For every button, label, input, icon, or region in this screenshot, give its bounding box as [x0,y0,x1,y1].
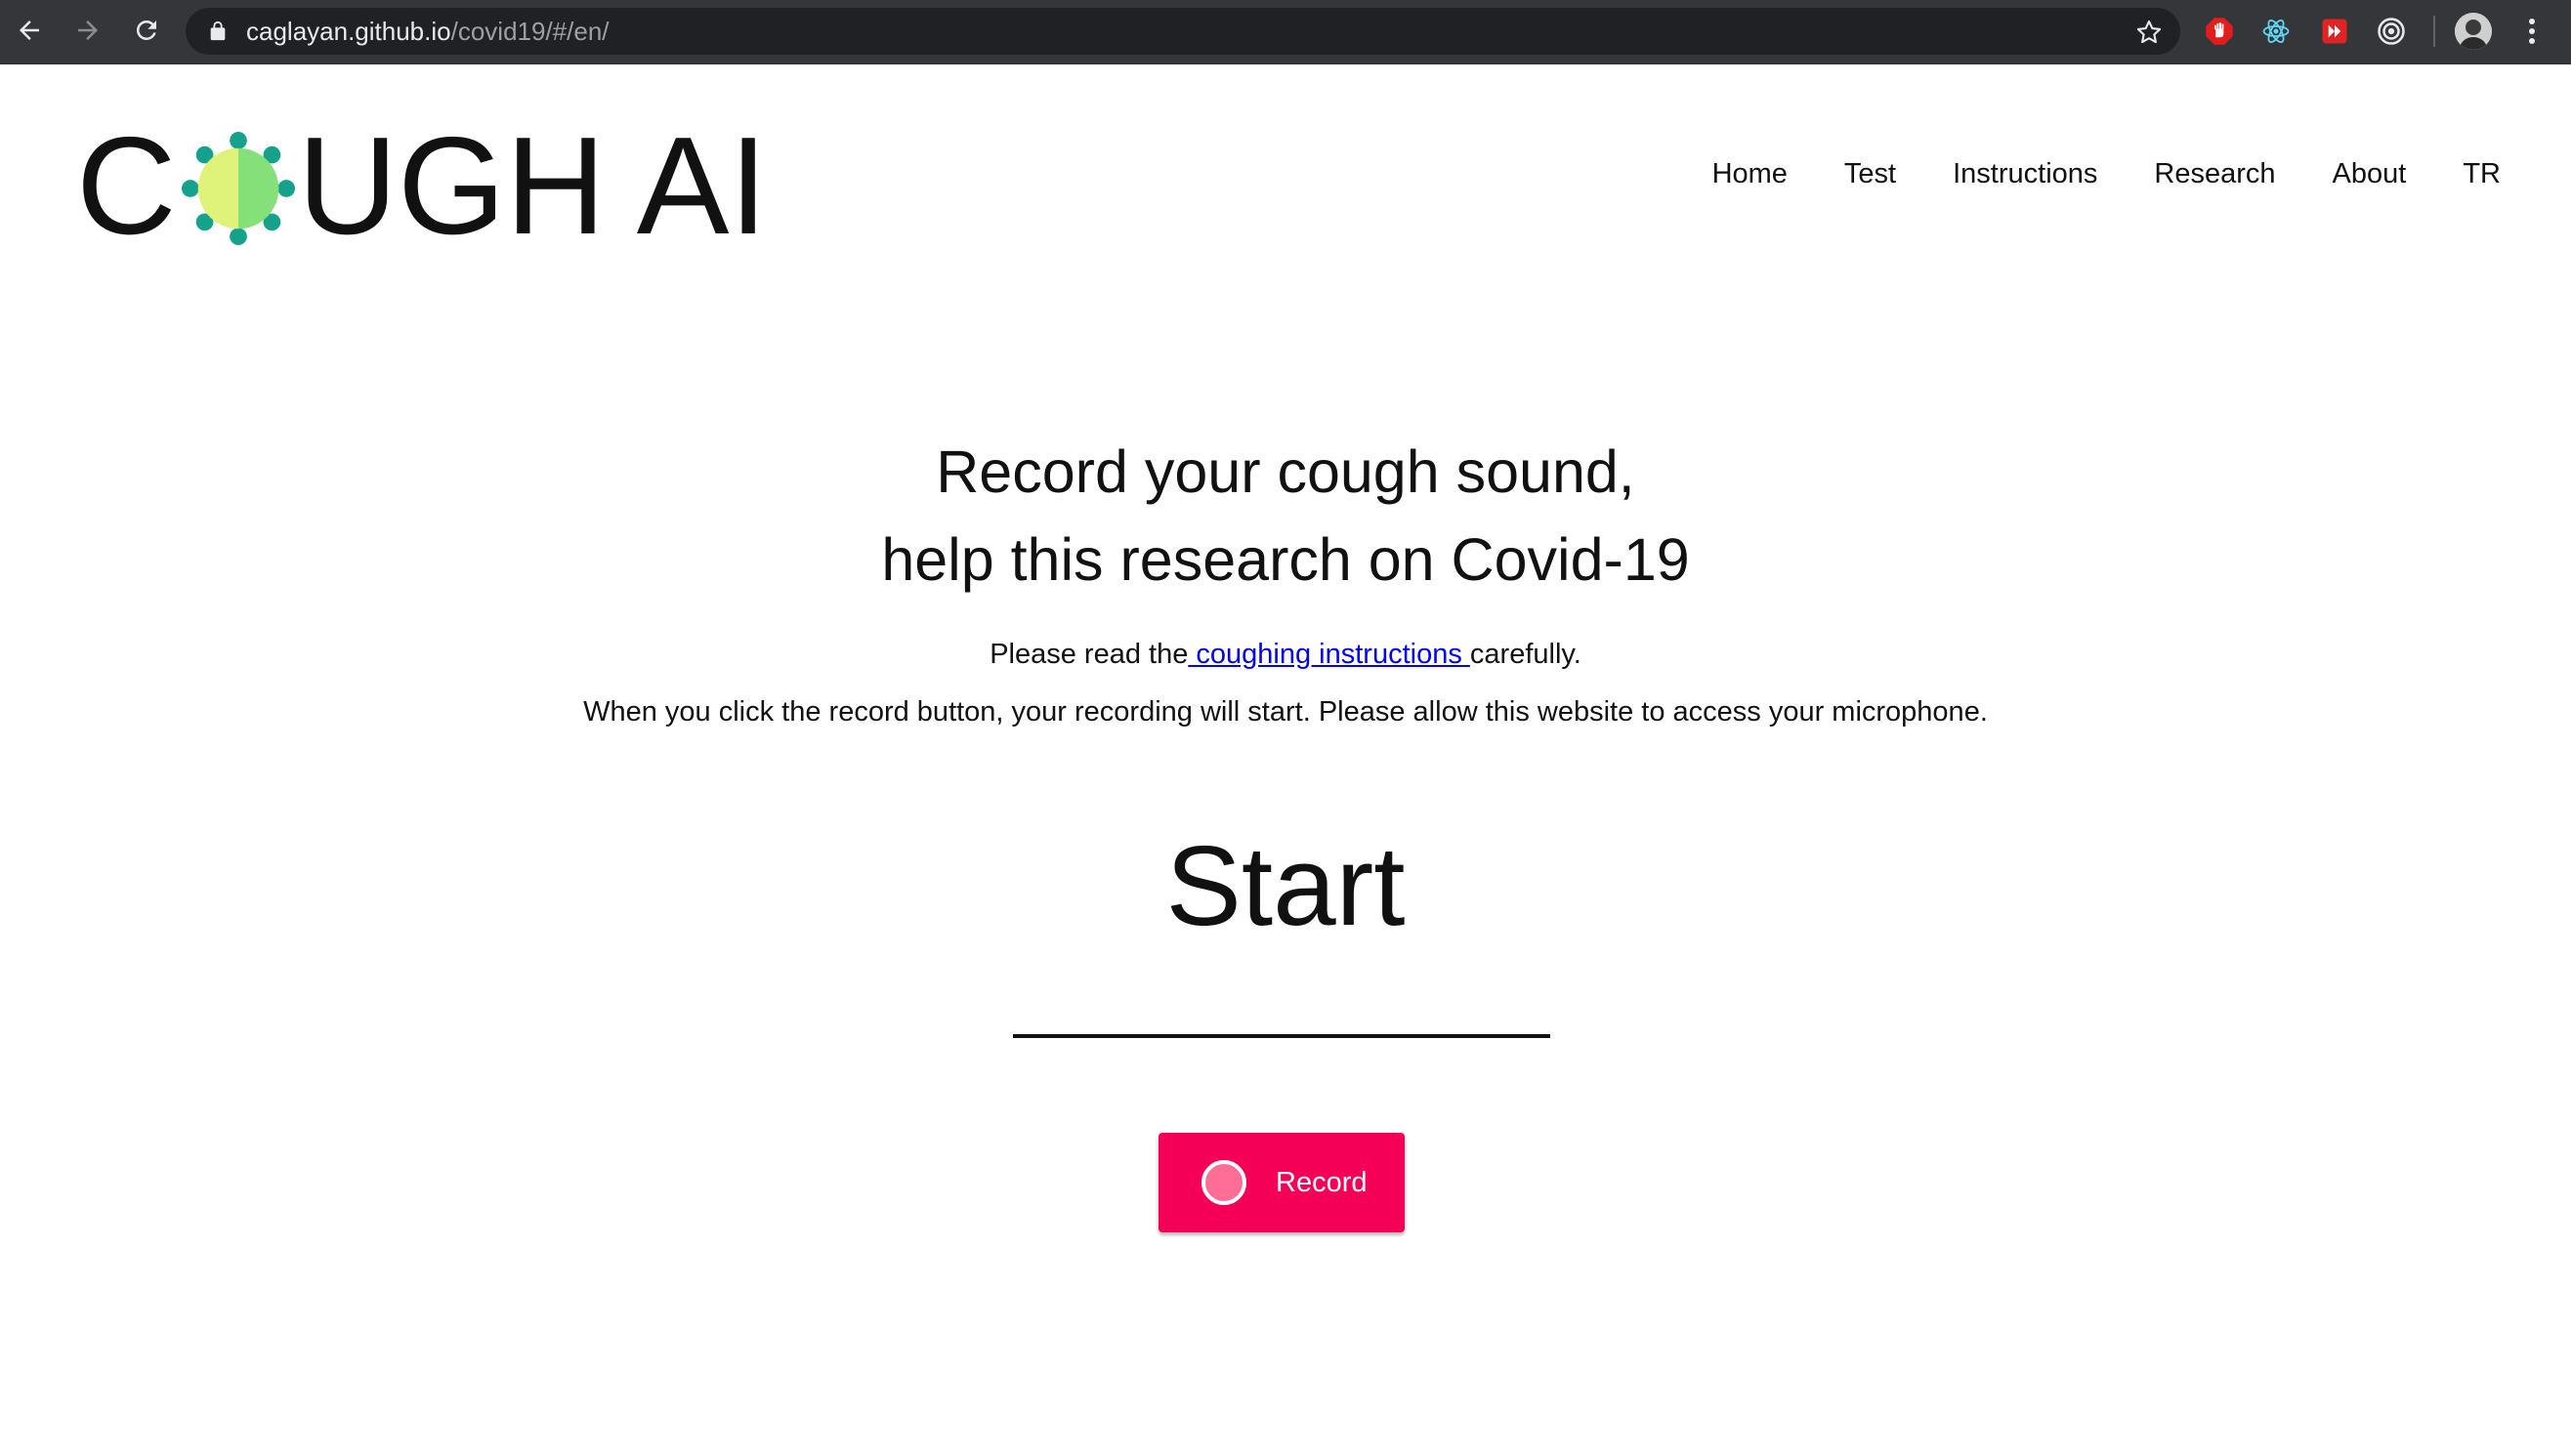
react-devtools-icon [2262,20,2290,43]
url-host: caglayan.github.io [246,17,451,46]
back-button[interactable] [10,11,49,50]
extension-red-icon [2322,19,2347,44]
nav-instructions[interactable]: Instructions [1953,156,2097,191]
url-path: /covid19/#/en/ [450,17,610,46]
toolbar-divider [2433,16,2435,47]
bookmark-star-icon[interactable] [2135,19,2163,46]
logo-wordmark: UGH AI [297,108,768,264]
adblock-hand-icon [2206,18,2233,45]
target-extension[interactable] [2376,16,2407,47]
instruction-suffix: carefully. [1469,639,1581,670]
profile-avatar[interactable] [2455,13,2492,50]
virus-logo-icon [181,131,295,246]
lock-icon [210,21,226,41]
forward-button[interactable] [68,11,107,50]
url-text: caglayan.github.io/covid19/#/en/ [246,18,610,45]
instruction-prefix: Please read the [990,639,1189,670]
status-underline [1013,1034,1550,1038]
back-arrow-icon [20,21,39,40]
site-logo[interactable]: C UGH AI [76,108,768,264]
adblock-extension[interactable] [2204,16,2235,47]
headline-line-2: help this research on Covid-19 [881,526,1690,593]
record-button[interactable]: Record [1159,1133,1405,1232]
menu-dots-icon[interactable] [2522,14,2542,49]
forward-arrow-icon [78,21,98,40]
record-button-label: Record [1276,1167,1368,1198]
browser-toolbar: caglayan.github.io/covid19/#/en/ [0,0,2571,64]
coughing-instructions-link[interactable]: coughing instructions [1188,639,1470,670]
page-headline: Record your cough sound, help this resea… [0,428,2571,603]
headline-line-1: Record your cough sound, [936,438,1635,505]
nav-research[interactable]: Research [2154,156,2275,191]
logo-letter-c: C [76,108,177,264]
profile-photo-icon [2455,13,2492,50]
address-bar[interactable]: caglayan.github.io/covid19/#/en/ [186,8,2180,55]
nav-home[interactable]: Home [1712,156,1788,191]
nav-test[interactable]: Test [1844,156,1896,191]
red-extension[interactable] [2319,16,2350,47]
reload-icon [136,20,156,40]
instruction-line-2: When you click the record button, your r… [583,696,1988,728]
instruction-line-1: Please read the coughing instructions ca… [0,637,2571,672]
extension-target-icon [2378,18,2405,45]
reload-button[interactable] [127,11,166,50]
react-devtools-extension[interactable] [2260,16,2292,47]
record-dot-icon [1201,1160,1246,1205]
nav-about[interactable]: About [2333,156,2407,191]
nav-language-tr[interactable]: TR [2463,156,2501,191]
recording-status-title: Start [1165,822,1406,949]
top-navigation: Home Test Instructions Research About TR [1656,156,2501,191]
